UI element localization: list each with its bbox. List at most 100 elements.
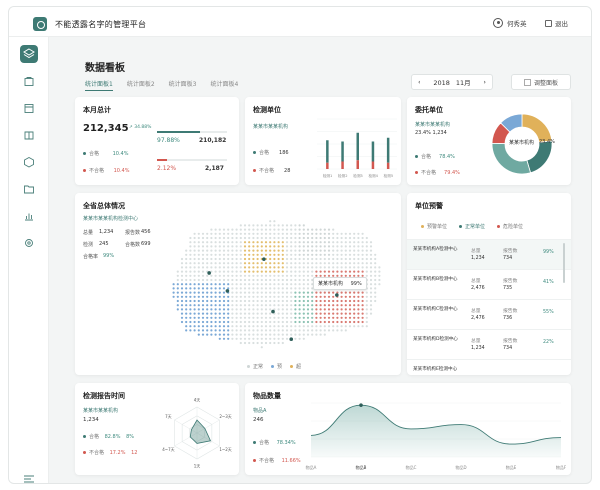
map-dot (189, 320, 192, 324)
map-dot (319, 295, 322, 298)
warning-row[interactable]: 某某市机构A检测中心 总量 1,234 报告数 734 99% (407, 239, 571, 269)
adjust-panel-button[interactable]: 调整面板 (511, 74, 571, 90)
tab-panel-3[interactable]: 统计面板3 (169, 79, 197, 91)
map-dot (235, 228, 238, 231)
map-dot (365, 262, 368, 265)
map-dot (206, 232, 209, 235)
map-dot (273, 287, 276, 290)
prev-month-button[interactable]: ‹ (418, 78, 421, 86)
warning-unit-name: 某某市机构E检测中心 (413, 367, 458, 372)
map-dot (227, 232, 230, 235)
map-dot (206, 262, 209, 265)
map-dot (227, 316, 230, 319)
map-dot (294, 224, 297, 227)
sidebar-item-dashboard[interactable] (20, 45, 38, 63)
sidebar-item-calendar[interactable] (23, 102, 35, 114)
tab-panel-1[interactable]: 统计面板1 (85, 79, 113, 91)
map-dot (252, 262, 255, 265)
map-dot (378, 278, 381, 282)
sidebar-item-docs[interactable] (23, 129, 35, 141)
map-dot (243, 270, 247, 273)
warning-scrollbar[interactable] (563, 243, 565, 283)
warning-row[interactable]: 某某市机构B检测中心 总量 2,476 报告数 735 41% (407, 269, 571, 299)
user-menu[interactable]: 何秀英 (493, 18, 527, 28)
bar-pass (386, 137, 390, 163)
map-dot (248, 308, 251, 311)
map-dot (231, 257, 234, 261)
map-dot (260, 249, 263, 252)
map-dot (285, 228, 289, 231)
map-dot (248, 232, 251, 235)
map-dot (248, 270, 251, 273)
map-dot (201, 257, 205, 261)
map-dot (277, 274, 280, 277)
logout-button[interactable]: 退出 (545, 18, 568, 28)
map-dot (374, 253, 377, 256)
map-dot (365, 325, 368, 328)
map-dot (264, 287, 268, 290)
map-dot (243, 291, 247, 294)
map-dot (294, 278, 297, 282)
map-dot (323, 325, 326, 328)
sidebar-item-folder[interactable] (23, 183, 35, 195)
map-dot (222, 333, 226, 336)
warning-legend-normal[interactable]: 正常单位 (459, 223, 485, 230)
map-dot (260, 291, 263, 294)
grid-icon (524, 78, 531, 86)
map-dot (357, 241, 360, 244)
map-dot (214, 320, 217, 324)
map-dot (298, 325, 301, 328)
map-dot (210, 283, 213, 286)
warning-legend-warn[interactable]: 预警单位 (421, 223, 447, 230)
map-dot (231, 304, 234, 307)
tab-panel-2[interactable]: 统计面板2 (127, 79, 155, 91)
calendar-icon (24, 104, 34, 113)
map-dot (269, 312, 272, 315)
map-dot (248, 304, 251, 307)
map-dot (302, 274, 305, 277)
map-dot (332, 325, 335, 328)
map-dot (185, 278, 188, 282)
map-dot (197, 232, 200, 235)
map-dot (210, 304, 213, 307)
collapse-menu-icon[interactable] (24, 475, 34, 483)
map-dot (269, 270, 272, 273)
map-dot (327, 262, 331, 265)
sidebar-item-stats[interactable] (23, 210, 35, 222)
warning-legend-danger[interactable]: 危险单位 (497, 223, 523, 230)
map-dot (285, 325, 289, 328)
map-dot (315, 291, 318, 294)
map-dot (306, 278, 310, 282)
map-dot (218, 333, 221, 336)
map-dot (210, 236, 213, 240)
next-month-button[interactable]: › (483, 78, 486, 86)
map-dot (340, 316, 343, 319)
warning-row[interactable]: 某某市机构D检测中心 总量 1,234 报告数 734 22% (407, 329, 571, 359)
app-window: 不能透露名字的管理平台 何秀英 退出 数据看板 统计面板1 统计面板2 统计面板… (8, 6, 592, 484)
sidebar-item-settings[interactable] (23, 237, 35, 249)
stat-key: 总量 (83, 230, 94, 236)
map-dot (252, 232, 255, 235)
map-dot (378, 270, 381, 273)
map-dot (290, 266, 293, 269)
map-dot (340, 266, 343, 269)
map-dot (256, 274, 259, 277)
x-tick-label: 物品F (556, 464, 567, 470)
date-picker[interactable]: ‹ 2018 11月 › (411, 74, 493, 90)
warning-row[interactable]: 某某市机构C检测中心 总量 2,476 报告数 736 55% (407, 299, 571, 329)
sidebar-item-package[interactable] (23, 156, 35, 168)
date-month: 11月 (455, 79, 471, 87)
map-dot (302, 266, 305, 269)
map-dot (214, 325, 217, 328)
map-dot (252, 278, 255, 282)
map-dot (260, 304, 263, 307)
map-dot (311, 308, 314, 311)
warning-key: 总量 (471, 339, 481, 344)
map-dot (248, 325, 251, 328)
tab-panel-4[interactable]: 统计面板4 (210, 79, 238, 91)
map-dot (281, 257, 284, 261)
map-dot (252, 228, 255, 231)
map-dot (319, 316, 322, 319)
map-dot (197, 236, 200, 240)
sidebar-item-store[interactable] (23, 75, 35, 87)
